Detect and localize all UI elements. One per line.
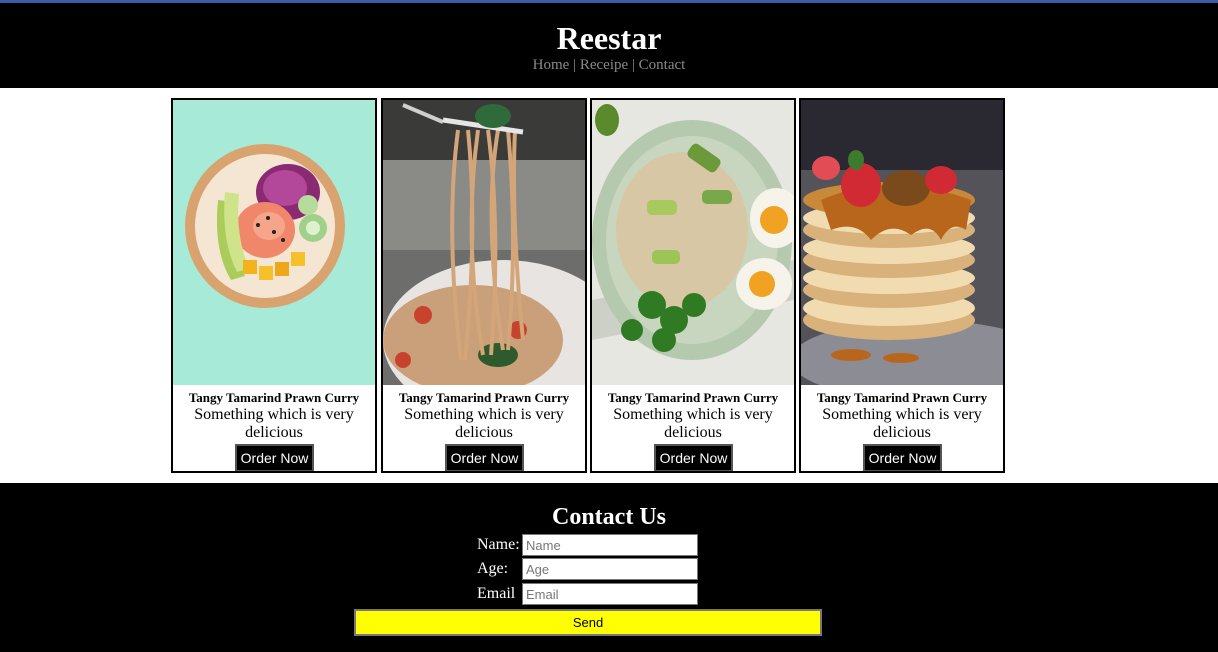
contact-section: Contact Us Name: Age: Email Send: [0, 483, 1218, 652]
nav-receipe[interactable]: Receipe: [580, 57, 628, 73]
site-header: Reestar Home | Receipe | Contact: [0, 3, 1218, 88]
nav-home[interactable]: Home: [533, 57, 570, 73]
card-title: Tangy Tamarind Prawn Curry: [816, 390, 988, 405]
poke-bowl-image: [173, 100, 375, 385]
email-label: Email: [477, 585, 516, 602]
send-button[interactable]: Send: [354, 609, 822, 636]
card-description: Something which is very delicious: [822, 406, 982, 441]
site-title: Reestar: [556, 20, 662, 56]
age-label: Age:: [477, 560, 509, 577]
recipe-card: Tangy Tamarind Prawn Curry Something whi…: [799, 98, 1005, 473]
card-description: Something which is very delicious: [613, 406, 773, 441]
recipe-card: Tangy Tamarind Prawn Curry Something whi…: [590, 98, 796, 473]
name-label: Name:: [477, 536, 520, 553]
contact-heading: Contact Us: [552, 504, 666, 530]
recipe-card: Tangy Tamarind Prawn Curry Something whi…: [171, 98, 377, 473]
name-input[interactable]: [522, 534, 698, 556]
rice-egg-salad-image: [592, 100, 794, 385]
card-title: Tangy Tamarind Prawn Curry: [607, 390, 779, 405]
nav-separator: |: [573, 57, 577, 73]
recipe-cards: Tangy Tamarind Prawn Curry Something whi…: [171, 98, 1006, 473]
age-input[interactable]: [522, 558, 698, 580]
order-now-button[interactable]: Order Now: [863, 444, 942, 471]
pancake-stack-image: [801, 100, 1003, 385]
order-now-button[interactable]: Order Now: [445, 444, 524, 471]
recipe-card: Tangy Tamarind Prawn Curry Something whi…: [381, 98, 587, 473]
card-title: Tangy Tamarind Prawn Curry: [398, 390, 570, 405]
card-description: Something which is very delicious: [404, 406, 564, 441]
order-now-button[interactable]: Order Now: [654, 444, 733, 471]
email-input[interactable]: [522, 583, 698, 605]
card-title: Tangy Tamarind Prawn Curry: [188, 390, 360, 405]
main-nav: Home | Receipe | Contact: [0, 57, 1218, 74]
nav-separator: |: [631, 57, 635, 73]
spaghetti-image: [383, 100, 585, 385]
nav-contact[interactable]: Contact: [639, 57, 686, 73]
order-now-button[interactable]: Order Now: [235, 444, 314, 471]
card-description: Something which is very delicious: [194, 406, 354, 441]
